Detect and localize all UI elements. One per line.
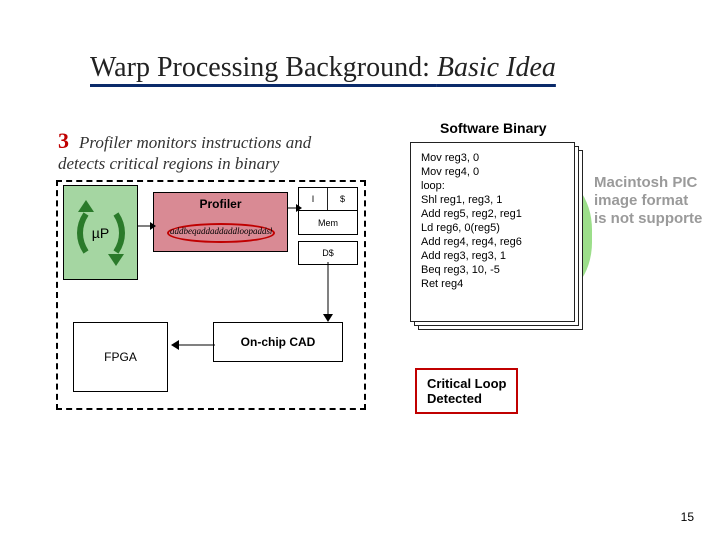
icache-left: I	[299, 188, 328, 210]
fpga-block: FPGA	[73, 322, 168, 392]
microprocessor-label: µP	[92, 225, 109, 241]
mem-row: Mem	[298, 211, 358, 235]
step-callout: 3 Profiler monitors instructions and det…	[58, 128, 358, 174]
title-suffix: Basic Idea	[437, 52, 556, 83]
cad-block: On-chip CAD	[213, 322, 343, 362]
slide-title: Warp Processing Background: Basic Idea	[90, 52, 556, 84]
arrow-up-to-profiler	[138, 222, 156, 230]
step-number: 3	[58, 128, 69, 153]
chip-diagram: µP Profiler addbeqaddaddaddloopaddshl I …	[56, 180, 366, 410]
critical-loop-detected-box: Critical Loop Detected	[415, 368, 518, 414]
profiler-label: Profiler	[154, 197, 287, 211]
arrow-profiler-to-icache	[288, 204, 302, 212]
profiler-block: Profiler addbeqaddaddaddloopaddshl	[153, 192, 288, 252]
paper-front: Mov reg3, 0 Mov reg4, 0 loop: Shl reg1, …	[410, 142, 575, 322]
microprocessor-block: µP	[63, 185, 138, 280]
cache-block: I $ Mem D$	[298, 187, 358, 265]
assembly-code: Mov reg3, 0 Mov reg4, 0 loop: Shl reg1, …	[411, 143, 574, 299]
software-binary-heading: Software Binary	[440, 120, 547, 136]
icache-row: I $	[298, 187, 358, 211]
fpga-label: FPGA	[104, 350, 137, 364]
page-number: 15	[681, 510, 694, 524]
icache-right: $	[328, 188, 357, 210]
profiler-instructions: addbeqaddaddaddloopaddshl	[170, 221, 272, 241]
title-prefix: Warp Processing Background:	[90, 52, 437, 83]
arrow-dcache-to-cad	[323, 262, 333, 322]
cad-label: On-chip CAD	[241, 335, 316, 349]
arrow-cad-to-fpga	[171, 340, 215, 350]
unsupported-image-text: Macintosh PIC image format is not suppor…	[594, 174, 702, 228]
step-text: Profiler monitors instructions and detec…	[58, 133, 311, 173]
